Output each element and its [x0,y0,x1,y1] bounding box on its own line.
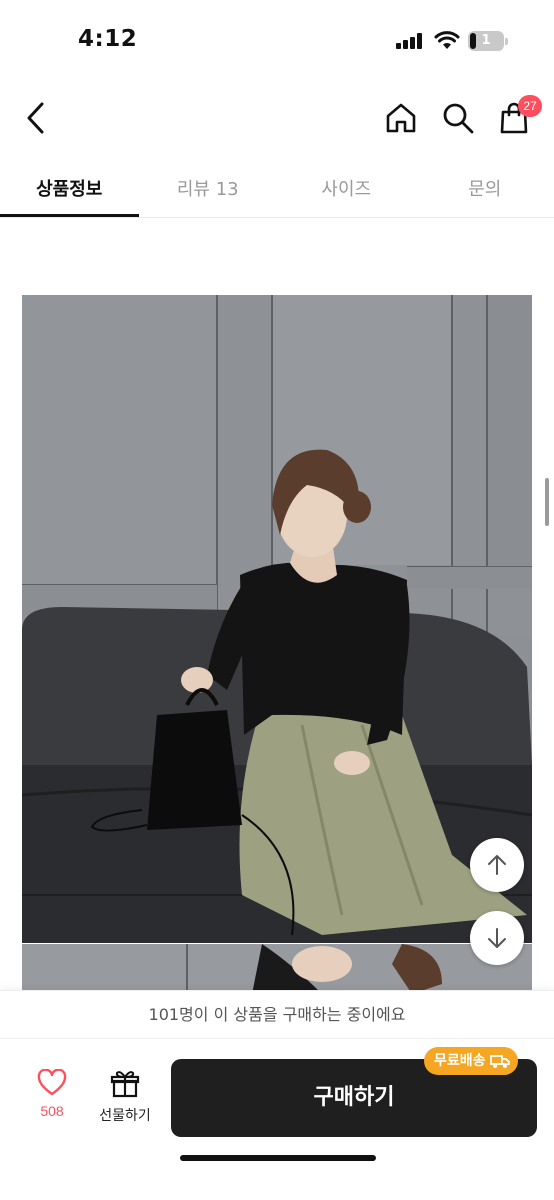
arrow-down-icon [488,928,506,948]
scroll-up-button[interactable] [470,838,524,892]
tab-inquiry[interactable]: 문의 [416,160,554,217]
product-photo-next [22,944,532,994]
back-button[interactable] [18,98,54,138]
status-bar: 4:12 1 [0,0,554,80]
gift-button[interactable]: 선물하기 [90,1069,160,1133]
chevron-left-icon [27,102,44,134]
tab-reviews[interactable]: 리뷰 13 [139,160,278,217]
home-button[interactable] [381,98,421,138]
wifi-icon [434,31,460,49]
scroll-indicator[interactable] [545,478,549,526]
buying-now-notice: 101명이 이 상품을 구매하는 중이에요 [0,990,554,1038]
product-photo [22,295,532,943]
status-time: 4:12 [78,26,138,52]
product-photo-next-illustration [22,944,532,994]
like-button[interactable]: 508 [26,1068,78,1133]
heart-icon [37,1068,67,1096]
cellular-signal-icon [396,33,424,49]
tab-size[interactable]: 사이즈 [277,160,416,217]
search-button[interactable] [438,98,478,138]
search-icon [443,103,474,134]
gift-icon [110,1071,140,1098]
gift-label: 선물하기 [99,1108,151,1124]
free-shipping-badge: 무료배송 [424,1047,518,1075]
product-photo-illustration [22,295,532,943]
tab-product-info[interactable]: 상품정보 [0,160,139,217]
like-count: 508 [40,1103,64,1119]
cart-count-badge: 27 [518,95,542,117]
battery-icon: 1 [468,31,508,51]
product-tabs: 상품정보 리뷰 13 사이즈 문의 [0,160,554,218]
home-indicator[interactable] [180,1155,376,1161]
truck-icon [489,1055,510,1068]
scroll-down-button[interactable] [470,911,524,965]
free-shipping-label: 무료배송 [434,1053,486,1069]
app-header [0,90,554,150]
battery-level: 1 [481,33,491,48]
arrow-up-icon [488,855,506,875]
home-icon [386,103,416,133]
